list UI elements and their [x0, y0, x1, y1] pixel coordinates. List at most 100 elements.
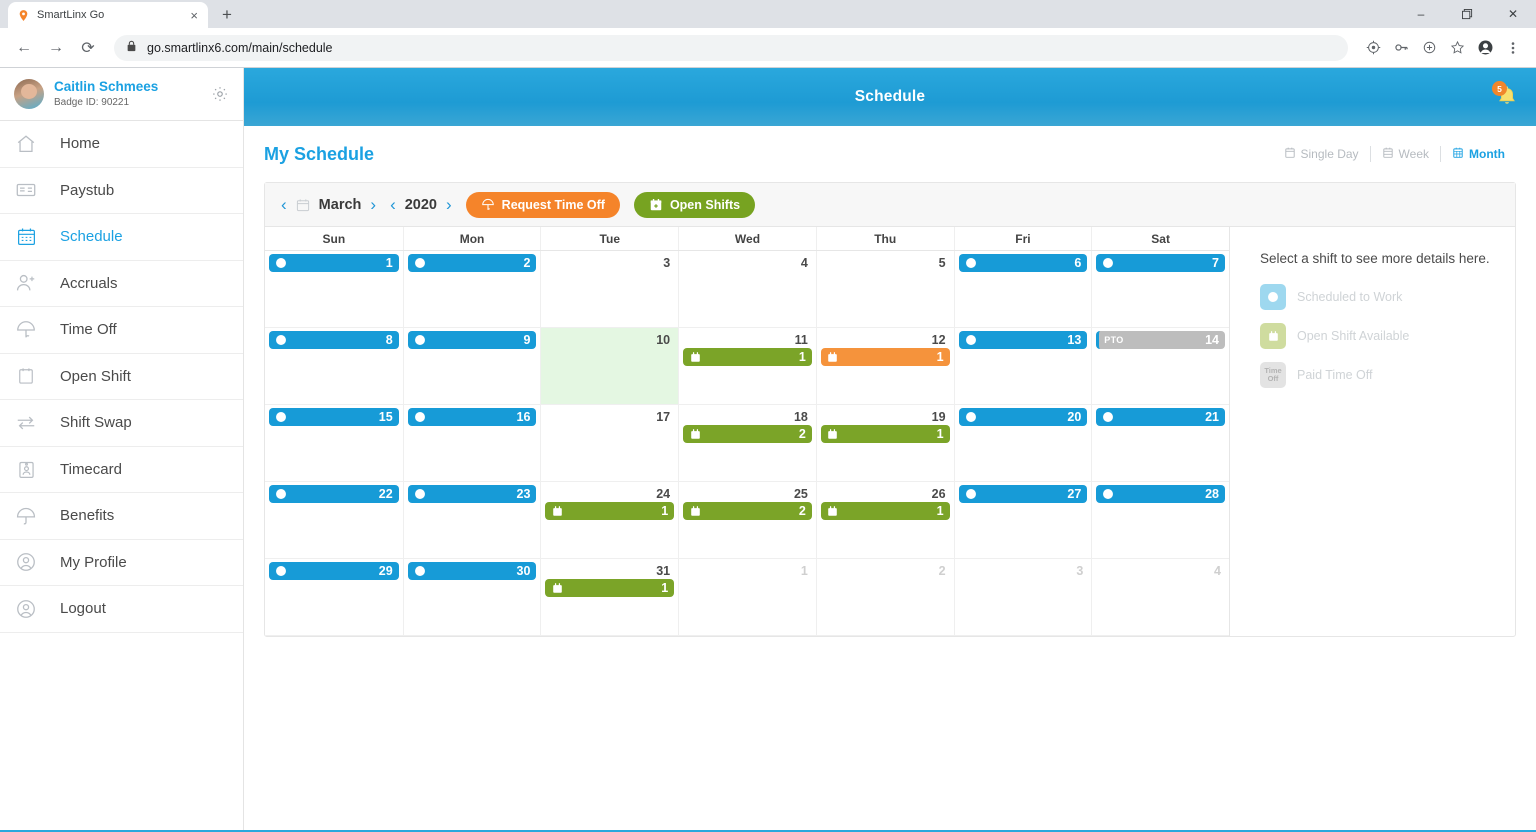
scheduled-day-bar[interactable]: 8 [269, 331, 399, 349]
add-circle-icon[interactable] [1416, 35, 1442, 61]
calendar-day-cell[interactable]: 30 [403, 559, 541, 636]
calendar-day-cell[interactable]: 3 [954, 559, 1092, 636]
menu-kebab-icon[interactable] [1500, 35, 1526, 61]
sidebar-item-shift-swap[interactable]: Shift Swap [0, 400, 243, 447]
pto-day-bar[interactable]: PTO14 [1096, 331, 1225, 349]
calendar-day-cell[interactable]: 27 [954, 482, 1092, 559]
view-toggle-month[interactable]: Month [1441, 146, 1516, 162]
open-shift-bar[interactable]: 1 [683, 348, 812, 366]
gear-icon[interactable] [211, 85, 229, 103]
calendar-day-cell[interactable]: 191 [816, 405, 954, 482]
scheduled-day-bar[interactable]: 21 [1096, 408, 1225, 426]
calendar-day-cell[interactable]: 13 [954, 328, 1092, 405]
next-month-button[interactable]: › [370, 196, 376, 213]
prev-month-button[interactable]: ‹ [281, 196, 287, 213]
sidebar-item-paystub[interactable]: Paystub [0, 168, 243, 215]
profile-icon[interactable] [1472, 35, 1498, 61]
calendar-day-cell[interactable]: 3 [540, 251, 678, 328]
maximize-icon[interactable] [1444, 0, 1490, 28]
sidebar-item-time-off[interactable]: Time Off [0, 307, 243, 354]
calendar-day-cell[interactable]: 261 [816, 482, 954, 559]
calendar-day-cell[interactable]: 4 [1091, 559, 1229, 636]
calendar-day-cell[interactable]: 23 [403, 482, 541, 559]
calendar-day-cell[interactable]: 241 [540, 482, 678, 559]
new-tab-button[interactable]: + [214, 2, 240, 28]
scheduled-day-bar[interactable]: 29 [269, 562, 399, 580]
scheduled-day-bar[interactable]: 9 [408, 331, 537, 349]
close-icon[interactable]: × [188, 9, 200, 22]
calendar-day-cell[interactable]: 1 [678, 559, 816, 636]
scheduled-day-bar[interactable]: 6 [959, 254, 1088, 272]
scheduled-day-bar[interactable]: 30 [408, 562, 537, 580]
calendar-day-cell[interactable]: 111 [678, 328, 816, 405]
sidebar-item-logout[interactable]: Logout [0, 586, 243, 633]
open-shifts-button[interactable]: Open Shifts [634, 192, 755, 218]
sidebar-item-accruals[interactable]: Accruals [0, 261, 243, 308]
view-toggle-single-day[interactable]: Single Day [1273, 146, 1370, 162]
open-shift-bar[interactable]: 1 [821, 425, 950, 443]
next-year-button[interactable]: › [446, 196, 452, 213]
calendar-day-cell[interactable]: PTO14 [1091, 328, 1229, 405]
calendar-day-cell[interactable]: 10 [540, 328, 678, 405]
calendar-day-cell[interactable]: 2 [816, 559, 954, 636]
calendar-day-cell[interactable]: 17 [540, 405, 678, 482]
open-shift-bar[interactable]: 2 [683, 425, 812, 443]
open-shift-bar[interactable]: 1 [545, 579, 674, 597]
open-shift-bar[interactable]: 1 [821, 502, 950, 520]
sidebar-item-my-profile[interactable]: My Profile [0, 540, 243, 587]
scheduled-day-bar[interactable]: 27 [959, 485, 1088, 503]
key-icon[interactable] [1388, 35, 1414, 61]
browser-tab[interactable]: SmartLinx Go × [8, 2, 208, 28]
calendar-day-cell[interactable]: 28 [1091, 482, 1229, 559]
forward-icon[interactable]: → [42, 34, 70, 62]
view-toggle-week[interactable]: Week [1371, 146, 1440, 162]
calendar-day-cell[interactable]: 1 [265, 251, 403, 328]
reload-icon[interactable]: ⟳ [74, 34, 102, 62]
scheduled-day-bar[interactable]: 7 [1096, 254, 1225, 272]
scheduled-day-bar[interactable]: 20 [959, 408, 1088, 426]
scheduled-day-bar[interactable]: 13 [959, 331, 1088, 349]
scheduled-day-bar[interactable]: 2 [408, 254, 537, 272]
target-icon[interactable] [1360, 35, 1386, 61]
scheduled-day-bar[interactable]: 23 [408, 485, 537, 503]
scheduled-day-bar[interactable]: 22 [269, 485, 399, 503]
calendar-day-cell[interactable]: 21 [1091, 405, 1229, 482]
star-icon[interactable] [1444, 35, 1470, 61]
scheduled-day-bar[interactable]: 15 [269, 408, 399, 426]
calendar-day-cell[interactable]: 182 [678, 405, 816, 482]
calendar-day-cell[interactable]: 8 [265, 328, 403, 405]
address-bar[interactable]: go.smartlinx6.com/main/schedule [114, 35, 1348, 61]
open-shift-bar[interactable]: 2 [683, 502, 812, 520]
back-icon[interactable]: ← [10, 34, 38, 62]
calendar-day-cell[interactable]: 4 [678, 251, 816, 328]
notifications-button[interactable]: 5 [1492, 82, 1522, 112]
calendar-day-cell[interactable]: 252 [678, 482, 816, 559]
sidebar-item-schedule[interactable]: Schedule [0, 214, 243, 261]
calendar-day-cell[interactable]: 20 [954, 405, 1092, 482]
sidebar-item-timecard[interactable]: Timecard [0, 447, 243, 494]
request-time-off-button[interactable]: Request Time Off [466, 192, 620, 218]
user-card[interactable]: Caitlin Schmees Badge ID: 90221 [0, 68, 243, 121]
calendar-day-cell[interactable]: 311 [540, 559, 678, 636]
calendar-day-cell[interactable]: 5 [816, 251, 954, 328]
minimize-icon[interactable]: – [1398, 0, 1444, 28]
pending-shift-bar[interactable]: 1 [821, 348, 950, 366]
open-shift-bar[interactable]: 1 [545, 502, 674, 520]
calendar-day-cell[interactable]: 121 [816, 328, 954, 405]
scheduled-day-bar[interactable]: 28 [1096, 485, 1225, 503]
sidebar-item-open-shift[interactable]: Open Shift [0, 354, 243, 401]
calendar-day-cell[interactable]: 2 [403, 251, 541, 328]
sidebar-item-benefits[interactable]: Benefits [0, 493, 243, 540]
scheduled-day-bar[interactable]: 16 [408, 408, 537, 426]
calendar-day-cell[interactable]: 29 [265, 559, 403, 636]
calendar-day-cell[interactable]: 22 [265, 482, 403, 559]
calendar-day-cell[interactable]: 16 [403, 405, 541, 482]
scheduled-day-bar[interactable]: 1 [269, 254, 399, 272]
calendar-day-cell[interactable]: 9 [403, 328, 541, 405]
window-close-icon[interactable]: ✕ [1490, 0, 1536, 28]
calendar-day-cell[interactable]: 7 [1091, 251, 1229, 328]
sidebar-item-home[interactable]: Home [0, 121, 243, 168]
prev-year-button[interactable]: ‹ [390, 196, 396, 213]
calendar-day-cell[interactable]: 6 [954, 251, 1092, 328]
calendar-day-cell[interactable]: 15 [265, 405, 403, 482]
